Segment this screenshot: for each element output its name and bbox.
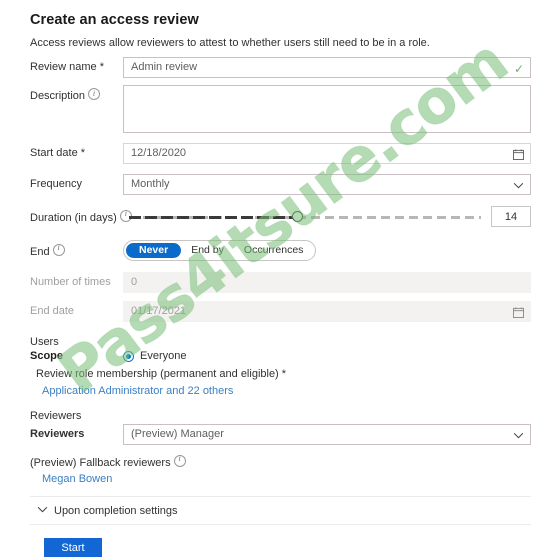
users-section-label: Users [30, 336, 59, 348]
start-date-input[interactable]: 12/18/2020 [123, 143, 531, 164]
frequency-dropdown[interactable]: Monthly [123, 174, 531, 195]
scope-row: Scope Everyone [30, 350, 531, 362]
review-name-row: Review name * Admin review ✓ [30, 57, 531, 78]
page-subtitle: Access reviews allow reviewers to attest… [30, 37, 430, 49]
end-option-never[interactable]: Never [126, 243, 182, 258]
number-of-times-field-wrap: 0 [123, 272, 531, 293]
description-row: Description [30, 85, 531, 133]
reviewers-dropdown[interactable]: (Preview) Manager [123, 424, 531, 445]
upon-completion-settings-label: Upon completion settings [54, 504, 178, 517]
frequency-label: Frequency [30, 178, 82, 190]
description-label: Description [30, 85, 123, 103]
start-date-label: Start date * [30, 147, 86, 159]
end-label-text: End [30, 245, 50, 258]
description-label-text: Description [30, 90, 86, 102]
review-name-value: Admin review [131, 61, 198, 73]
number-of-times-input: 0 [123, 272, 531, 293]
checkmark-icon: ✓ [513, 61, 524, 76]
end-option-group: Never End by Occurrences [123, 240, 317, 261]
end-row: End Never End by Occurrences [30, 240, 531, 261]
end-label: End [30, 243, 123, 258]
end-date-field-wrap: 01/17/2021 [123, 301, 531, 322]
frequency-field-wrap: Monthly [123, 174, 531, 195]
end-date-input: 01/17/2021 [123, 301, 531, 322]
duration-row: Duration (in days) 14 [30, 206, 531, 227]
end-option-occurrences[interactable]: Occurrences [234, 243, 314, 258]
reviewers-value: (Preview) Manager [131, 428, 224, 440]
chevron-down-icon [30, 505, 54, 516]
slider-thumb[interactable] [291, 210, 303, 222]
number-of-times-row: Number of times 0 [30, 272, 531, 293]
fallback-reviewers-label-text: (Preview) Fallback reviewers [30, 457, 171, 469]
start-button[interactable]: Start [44, 538, 102, 557]
description-field-wrap [123, 85, 531, 133]
end-date-label: End date [30, 305, 75, 317]
create-access-review-page: Pass4itsure.com Create an access review … [0, 0, 559, 557]
end-option-end-by[interactable]: End by [181, 243, 234, 258]
duration-slider[interactable] [129, 209, 481, 225]
fallback-reviewer-link[interactable]: Megan Bowen [42, 473, 112, 485]
scope-radio-label: Everyone [140, 350, 187, 362]
reviewers-row: Reviewers (Preview) Manager [30, 424, 531, 445]
frequency-row: Frequency Monthly [30, 174, 531, 195]
start-date-field-wrap: 12/18/2020 [123, 143, 531, 164]
reviewers-field-label: Reviewers [30, 428, 85, 440]
number-of-times-value: 0 [131, 276, 138, 288]
start-date-row: Start date * 12/18/2020 [30, 143, 531, 164]
reviewers-field-wrap: (Preview) Manager [123, 424, 531, 445]
duration-value-box[interactable]: 14 [491, 206, 531, 227]
scope-label: Scope [30, 350, 64, 362]
start-date-value: 12/18/2020 [131, 147, 187, 159]
slider-fill [129, 215, 298, 219]
upon-completion-settings-accordion[interactable]: Upon completion settings [30, 497, 531, 525]
scope-radio-everyone[interactable] [123, 350, 134, 362]
form-content: Create an access review Access reviews a… [0, 0, 559, 557]
review-name-input[interactable]: Admin review ✓ [123, 57, 531, 78]
info-icon[interactable] [173, 454, 186, 467]
description-textarea[interactable] [123, 85, 531, 133]
number-of-times-label: Number of times [30, 276, 111, 288]
reviewers-section-label: Reviewers [30, 410, 82, 422]
page-title: Create an access review [30, 12, 199, 28]
role-membership-link[interactable]: Application Administrator and 22 others [42, 385, 233, 397]
chevron-down-icon[interactable] [513, 425, 524, 446]
duration-label: Duration (in days) [30, 209, 132, 224]
chevron-down-icon[interactable] [513, 175, 524, 196]
end-date-row: End date 01/17/2021 [30, 301, 531, 322]
fallback-reviewers-label: (Preview) Fallback reviewers [30, 454, 531, 469]
duration-label-text: Duration (in days) [30, 211, 117, 224]
frequency-value: Monthly [131, 178, 170, 190]
info-icon[interactable] [88, 87, 101, 101]
info-icon[interactable] [52, 243, 65, 256]
calendar-icon [513, 302, 524, 323]
end-date-value: 01/17/2021 [131, 305, 187, 317]
role-membership-label: Review role membership (permanent and el… [36, 368, 287, 380]
calendar-icon[interactable] [513, 144, 524, 165]
review-name-label: Review name * [30, 61, 104, 73]
review-name-field-wrap: Admin review ✓ [123, 57, 531, 78]
